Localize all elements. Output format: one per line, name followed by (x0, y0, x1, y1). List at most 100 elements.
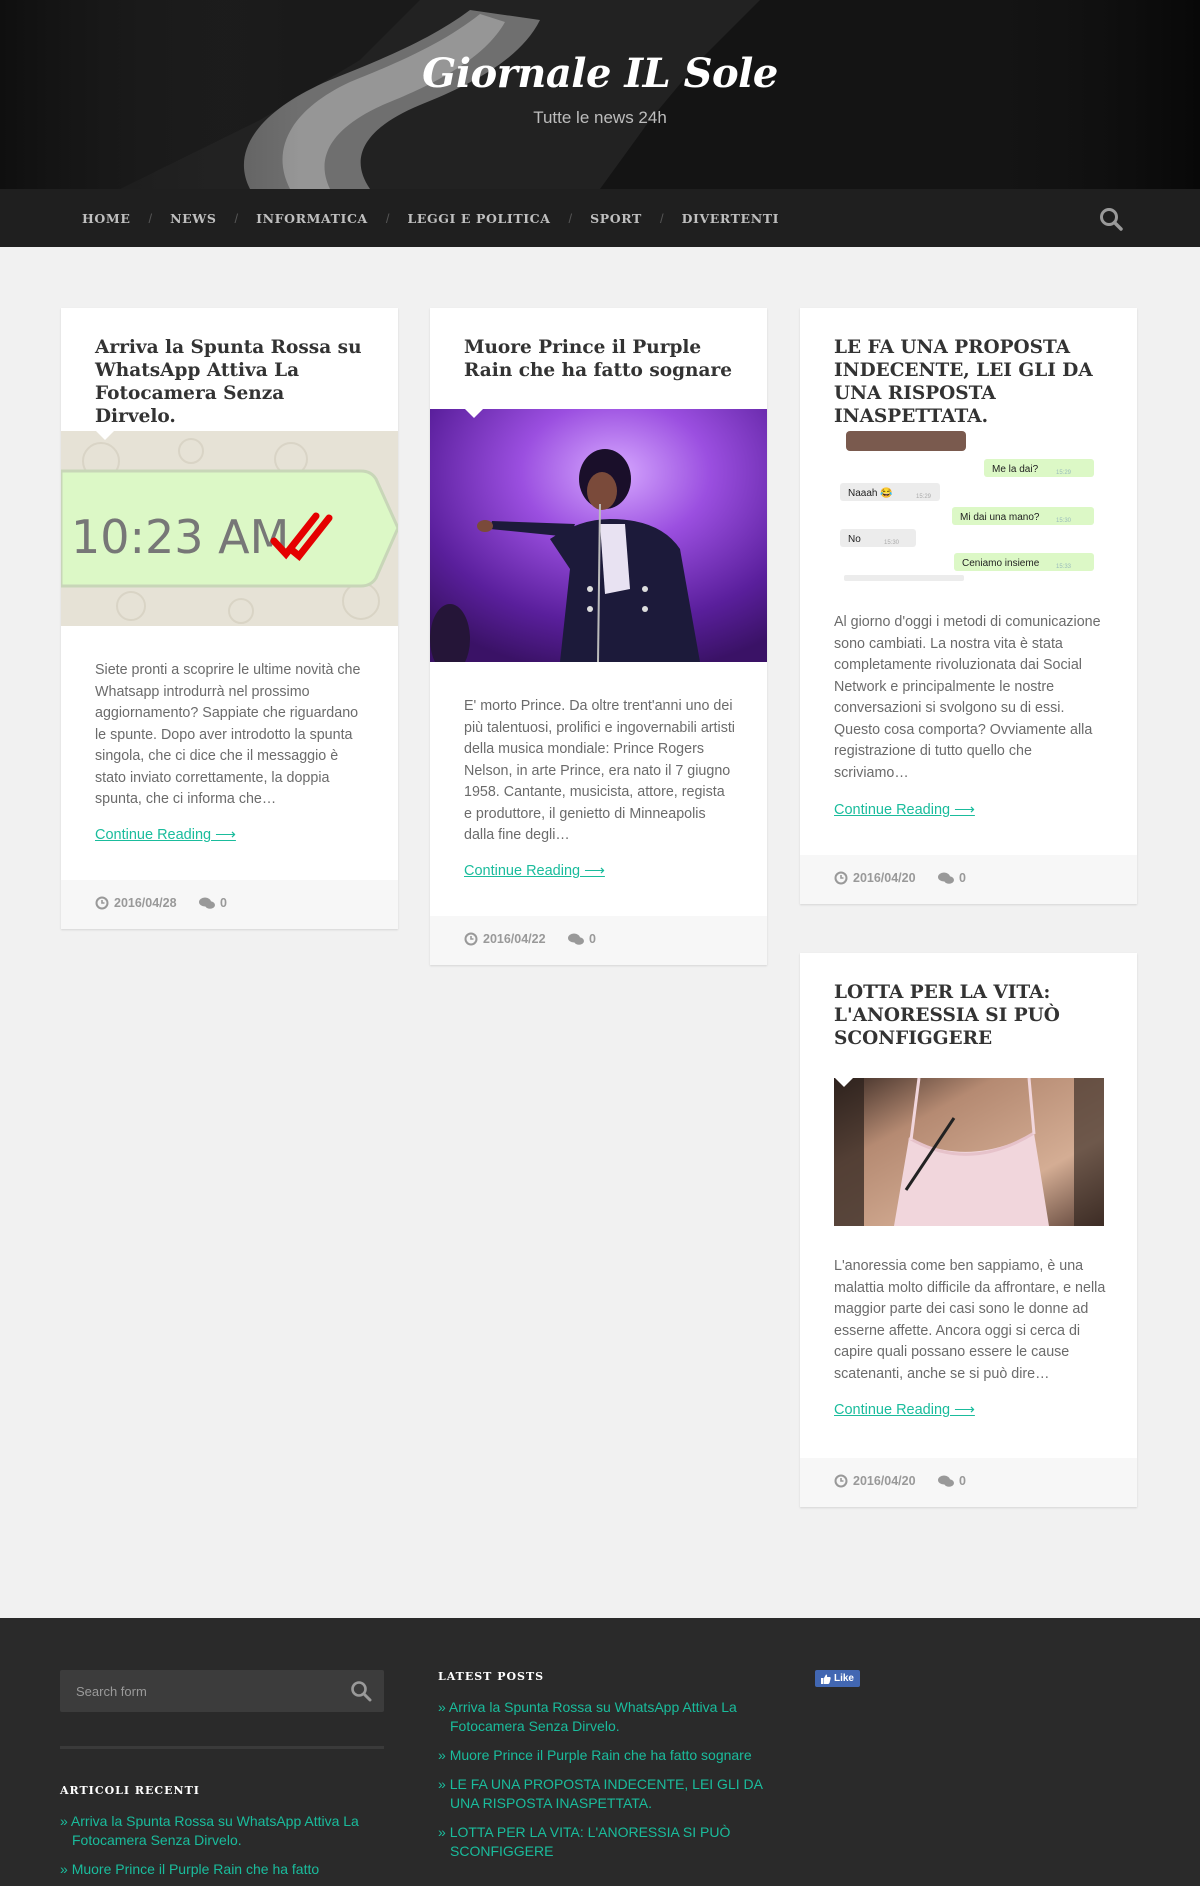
post-date-text: 2016/04/20 (853, 871, 916, 885)
nav-link-leggi-e-politica[interactable]: LEGGI E POLITICA (389, 211, 568, 226)
post-thumbnail[interactable] (430, 409, 767, 662)
image-time-text: 10:23 AM (71, 510, 289, 564)
search-icon[interactable] (350, 1680, 372, 1702)
post-thumbnail[interactable]: 10:23 AM (61, 431, 398, 626)
latest-post-link[interactable]: Muore Prince il Purple Rain che ha fatto… (438, 1746, 763, 1765)
chat-message-time: 15:30 (884, 540, 900, 546)
clock-icon (464, 932, 478, 946)
footer-search-input[interactable] (76, 1680, 326, 1702)
nav-item-home: HOME / (64, 211, 152, 226)
comments-icon (938, 872, 954, 884)
search-icon[interactable] (1098, 206, 1124, 232)
clock-icon (834, 1474, 848, 1488)
post-date[interactable]: 2016/04/20 (834, 1474, 916, 1488)
comments-icon (938, 1475, 954, 1487)
comment-count: 0 (220, 896, 227, 910)
post-card: Muore Prince il Purple Rain che ha fatto… (430, 308, 767, 965)
facebook-like-label: Like (833, 1673, 854, 1684)
chat-bubble: Ceniamo insieme 15:33 (954, 553, 1094, 571)
site-title[interactable]: Giornale IL Sole (0, 50, 1200, 97)
chat-bubble: Naaah 😂 15:29 (840, 483, 940, 501)
recent-post-link[interactable]: Muore Prince il Purple Rain che ha fatto (60, 1860, 380, 1879)
post-card: LOTTA PER LA VITA: L'ANORESSIA SI PUÒ SC… (800, 953, 1137, 1507)
post-excerpt: E' morto Prince. Da oltre trent'anni uno… (464, 698, 735, 843)
comments-icon (199, 897, 215, 909)
post-date-text: 2016/04/22 (483, 932, 546, 946)
latest-posts-list: Arriva la Spunta Rossa su WhatsApp Attiv… (438, 1698, 763, 1871)
site-footer: ARTICOLI RECENTI Arriva la Spunta Rossa … (0, 1618, 1200, 1886)
post-excerpt: Al giorno d'oggi i metodi di comunicazio… (834, 614, 1101, 781)
chat-bubble: Me la dai? 15:29 (984, 459, 1094, 477)
footer-divider (60, 1746, 384, 1749)
post-comments[interactable]: 0 (568, 932, 596, 946)
nav-item-informatica: INFORMATICA / (238, 211, 389, 226)
post-comments[interactable]: 0 (199, 896, 227, 910)
chat-bubble: No 15:30 (840, 529, 916, 547)
post-date[interactable]: 2016/04/28 (95, 896, 177, 910)
post-title[interactable]: LOTTA PER LA VITA: L'ANORESSIA SI PUÒ SC… (800, 953, 1137, 1050)
whatsapp-double-check-image: 10:23 AM (61, 431, 398, 626)
recent-posts-title: ARTICOLI RECENTI (60, 1784, 200, 1797)
continue-reading-link[interactable]: Continue Reading ⟶ (95, 827, 236, 843)
chat-message-text: Me la dai? (992, 464, 1039, 475)
nav-item-leggi-e-politica: LEGGI E POLITICA / (389, 211, 572, 226)
chat-message-time: 15:33 (1056, 564, 1072, 570)
facebook-like-button[interactable]: Like (815, 1670, 860, 1687)
chat-message-time: 15:30 (1056, 518, 1072, 524)
continue-reading-link[interactable]: Continue Reading ⟶ (834, 802, 975, 818)
post-excerpt: L'anoressia come ben sappiamo, è una mal… (834, 1258, 1106, 1382)
post-date[interactable]: 2016/04/22 (464, 932, 546, 946)
nav-link-home[interactable]: HOME (64, 211, 148, 226)
clock-icon (95, 896, 109, 910)
chat-message-text: Mi dai una mano? (960, 512, 1040, 523)
thumbnail-notch (835, 1078, 853, 1087)
post-meta: 2016/04/28 0 (61, 880, 398, 929)
latest-posts-title: LATEST POSTS (438, 1670, 545, 1683)
chat-message-text: Ceniamo insieme (962, 558, 1040, 569)
nav-link-sport[interactable]: SPORT (572, 211, 660, 226)
post-excerpt: Siete pronti a scoprire le ultime novità… (95, 662, 361, 807)
post-card: Arriva la Spunta Rossa su WhatsApp Attiv… (61, 308, 398, 929)
nav-link-divertenti[interactable]: DIVERTENTI (664, 211, 798, 226)
post-date[interactable]: 2016/04/20 (834, 871, 916, 885)
post-title[interactable]: Arriva la Spunta Rossa su WhatsApp Attiv… (61, 308, 398, 428)
clock-icon (834, 871, 848, 885)
comment-count: 0 (959, 871, 966, 885)
chat-screenshot-image: Me la dai? 15:29 Naaah 😂 15:29 Mi dai una … (834, 431, 1104, 581)
comment-count: 0 (959, 1474, 966, 1488)
footer-search-form (60, 1670, 384, 1712)
chat-message-text: Naaah 😂 (848, 487, 893, 499)
site-header: Giornale IL Sole Tutte le news 24h (0, 0, 1200, 189)
chat-message-time: 15:29 (916, 494, 932, 500)
nav-item-news: NEWS / (152, 211, 238, 226)
post-date-text: 2016/04/28 (114, 896, 177, 910)
nav-link-informatica[interactable]: INFORMATICA (238, 211, 386, 226)
comments-icon (568, 933, 584, 945)
prince-performer-image (430, 409, 767, 662)
thumbs-up-icon (820, 1674, 831, 1684)
comment-count: 0 (589, 932, 596, 946)
post-comments[interactable]: 0 (938, 871, 966, 885)
chat-message-text: No (848, 534, 861, 545)
post-meta: 2016/04/20 0 (800, 855, 1137, 904)
recent-post-link[interactable]: Arriva la Spunta Rossa su WhatsApp Attiv… (60, 1812, 380, 1850)
post-meta: 2016/04/22 0 (430, 916, 767, 965)
post-meta: 2016/04/20 0 (800, 1458, 1137, 1507)
latest-post-link[interactable]: Arriva la Spunta Rossa su WhatsApp Attiv… (438, 1698, 763, 1736)
post-date-text: 2016/04/20 (853, 1474, 916, 1488)
post-title[interactable]: Muore Prince il Purple Rain che ha fatto… (430, 308, 767, 382)
continue-reading-link[interactable]: Continue Reading ⟶ (834, 1402, 975, 1418)
thumbnail-notch (96, 431, 114, 440)
pink-top-image (834, 1078, 1104, 1226)
nav-item-sport: SPORT / (572, 211, 663, 226)
continue-reading-link[interactable]: Continue Reading ⟶ (464, 863, 605, 879)
post-thumbnail[interactable]: Me la dai? 15:29 Naaah 😂 15:29 Mi dai una … (834, 431, 1104, 581)
chat-bubble: Mi dai una mano? 15:30 (952, 507, 1094, 525)
nav-link-news[interactable]: NEWS (152, 211, 234, 226)
post-title[interactable]: LE FA UNA PROPOSTA INDECENTE, LEI GLI DA… (800, 308, 1137, 428)
latest-post-link[interactable]: LOTTA PER LA VITA: L'ANORESSIA SI PUÒ SC… (438, 1823, 763, 1861)
post-comments[interactable]: 0 (938, 1474, 966, 1488)
latest-post-link[interactable]: LE FA UNA PROPOSTA INDECENTE, LEI GLI DA… (438, 1775, 763, 1813)
nav-menu: HOME / NEWS / INFORMATICA / LEGGI E POLITIC… (64, 189, 797, 247)
post-thumbnail[interactable] (834, 1078, 1104, 1226)
